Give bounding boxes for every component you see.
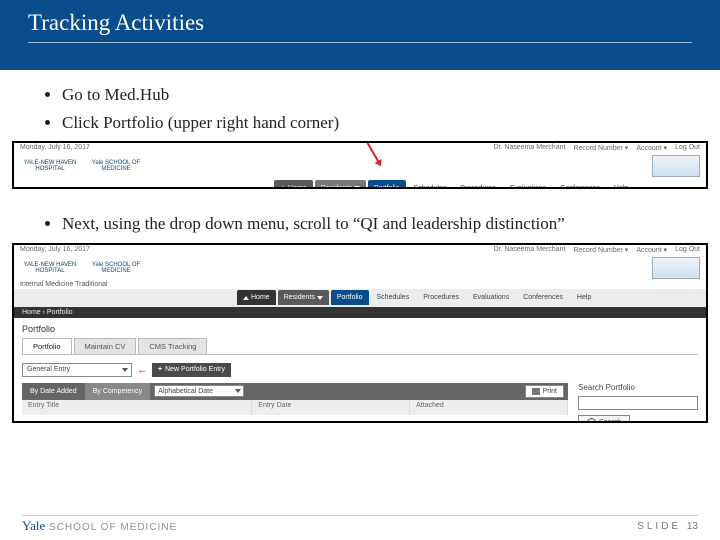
bullet-list-2: Next, using the drop down menu, scroll t… <box>62 212 692 237</box>
nav-residents[interactable]: Residents <box>315 180 366 189</box>
bullet-2a: Next, using the drop down menu, scroll t… <box>62 212 692 237</box>
print-button[interactable]: Print <box>525 385 564 398</box>
content-area: Go to Med.Hub Click Portfolio (upper rig… <box>0 70 720 135</box>
header-row: YALE-NEW HAVEN HOSPITAL Yale SCHOOL OF M… <box>14 153 706 179</box>
search-input[interactable] <box>578 396 698 410</box>
col-entry-title: Entry Title <box>22 400 252 415</box>
ynhh-logo-2: YALE-NEW HAVEN HOSPITAL <box>20 258 80 278</box>
nav2-home[interactable]: Home <box>237 290 276 305</box>
nav-portfolio[interactable]: Portfolio <box>368 180 406 189</box>
chevron-down-icon-2 <box>317 296 323 300</box>
ynhh-logo: YALE-NEW HAVEN HOSPITAL <box>20 156 80 176</box>
nav2-conferences[interactable]: Conferences <box>517 290 569 305</box>
yale-logo: Yale SCHOOL OF MEDICINE <box>22 518 177 534</box>
slide-footer: Yale SCHOOL OF MEDICINE SLIDE 13 <box>22 515 698 534</box>
account-link[interactable]: Account ▾ <box>636 144 667 152</box>
bullet-1a: Go to Med.Hub <box>62 83 692 108</box>
record-link[interactable]: Record Number ▾ <box>573 144 628 152</box>
home-icon <box>280 186 286 189</box>
new-portfolio-entry-button[interactable]: New Portfolio Entry <box>152 363 231 377</box>
nav-evaluations[interactable]: Evaluations <box>504 180 552 189</box>
entries-table-header: Entry Title Entry Date Attached <box>22 400 568 415</box>
col-entry-date: Entry Date <box>252 400 410 415</box>
main-nav-2: Home Residents Portfolio Schedules Proce… <box>14 289 706 307</box>
sort-select[interactable]: Alphabetical Date <box>154 385 244 397</box>
record-link-2[interactable]: Record Number ▾ <box>573 246 628 254</box>
slide-number: SLIDE 13 <box>637 521 698 532</box>
red-arrow-2: ← <box>137 364 148 376</box>
nav-home[interactable]: Home <box>274 180 313 189</box>
search-title: Search Portfolio <box>578 383 698 392</box>
home-icon-2 <box>243 296 249 300</box>
breadcrumb: Home › Portfolio <box>14 307 706 318</box>
nav2-procedures[interactable]: Procedures <box>417 290 465 305</box>
chevron-down-icon <box>354 186 360 189</box>
user-label: Dr. Naseema Merchant <box>493 144 565 152</box>
date-label: Monday, July 16, 2017 <box>20 144 90 152</box>
tab-cms-tracking[interactable]: CMS Tracking <box>138 338 207 354</box>
search-pane: Search Portfolio Search <box>578 383 698 423</box>
logout-link-2[interactable]: Log Out <box>675 246 700 254</box>
sort-by-date-added[interactable]: By Date Added <box>22 383 85 400</box>
entries-pane: By Date Added By Competency Alphabetical… <box>22 383 568 423</box>
header-row-2: YALE-NEW HAVEN HOSPITAL Yale SCHOOL OF M… <box>14 255 706 281</box>
nav-schedules[interactable]: Schedules <box>408 180 453 189</box>
date-label-2: Monday, July 16, 2017 <box>20 246 90 254</box>
nav-conferences[interactable]: Conferences <box>554 180 606 189</box>
main-nav-1: Home Residents Portfolio Schedules Proce… <box>14 179 706 189</box>
top-date-bar-2: Monday, July 16, 2017 Dr. Naseema Mercha… <box>14 245 706 255</box>
nav2-portfolio[interactable]: Portfolio <box>331 290 369 305</box>
sort-by-competency[interactable]: By Competency <box>85 383 150 400</box>
panel-title: Portfolio <box>22 324 698 334</box>
header-photo <box>652 155 700 177</box>
top-date-bar: Monday, July 16, 2017 Dr. Naseema Mercha… <box>14 143 706 153</box>
ysm-logo-small-2: Yale SCHOOL OF MEDICINE <box>86 258 146 278</box>
bullet-1b: Click Portfolio (upper right hand corner… <box>62 111 692 136</box>
search-button[interactable]: Search <box>578 415 630 423</box>
nav-procedures[interactable]: Procedures <box>454 180 502 189</box>
slide-title: Tracking Activities <box>28 10 692 43</box>
tab-portfolio[interactable]: Portfolio <box>22 338 72 354</box>
portfolio-tabs: Portfolio Maintain CV CMS Tracking <box>22 338 698 355</box>
content-area-2: Next, using the drop down menu, scroll t… <box>0 199 720 237</box>
nav-help[interactable]: Help <box>608 180 634 189</box>
nav2-help[interactable]: Help <box>571 290 597 305</box>
portfolio-body: Portfolio Portfolio Maintain CV CMS Trac… <box>14 318 706 423</box>
tab-maintain-cv[interactable]: Maintain CV <box>74 338 137 354</box>
screenshot-1: Monday, July 16, 2017 Dr. Naseema Mercha… <box>12 141 708 189</box>
user-label-2: Dr. Naseema Merchant <box>493 246 565 254</box>
bullet-list-1: Go to Med.Hub Click Portfolio (upper rig… <box>62 83 692 135</box>
header-photo-2 <box>652 257 700 279</box>
col-attached: Attached <box>410 400 568 415</box>
ysm-logo-small: Yale SCHOOL OF MEDICINE <box>86 156 146 176</box>
nav2-evaluations[interactable]: Evaluations <box>467 290 515 305</box>
nav2-schedules[interactable]: Schedules <box>371 290 416 305</box>
entry-select-row: General Entry ← New Portfolio Entry <box>22 363 698 377</box>
account-link-2[interactable]: Account ▾ <box>636 246 667 254</box>
nav2-residents[interactable]: Residents <box>278 290 329 305</box>
dept-label: Internal Medicine Traditional <box>14 281 706 289</box>
entry-type-select[interactable]: General Entry <box>22 363 132 377</box>
lower-columns: By Date Added By Competency Alphabetical… <box>22 383 698 423</box>
entries-toolbar: By Date Added By Competency Alphabetical… <box>22 383 568 400</box>
screenshot-2: Monday, July 16, 2017 Dr. Naseema Mercha… <box>12 243 708 423</box>
title-bar: Tracking Activities <box>0 0 720 70</box>
logout-link[interactable]: Log Out <box>675 144 700 152</box>
